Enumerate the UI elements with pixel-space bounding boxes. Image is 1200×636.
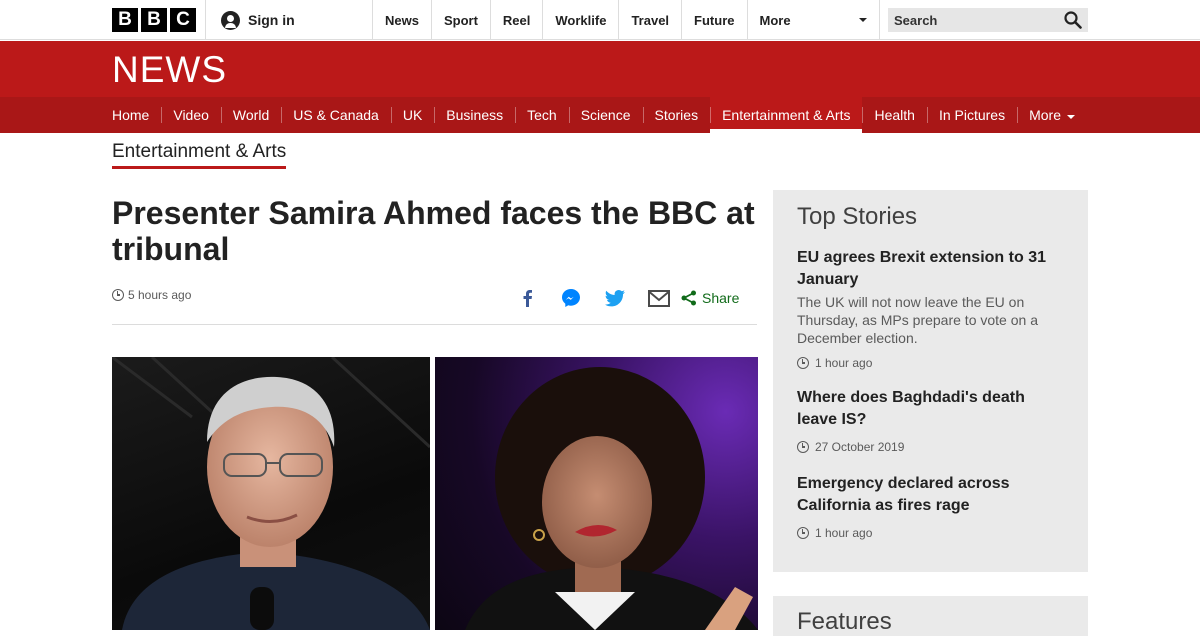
top-story-timestamp: 1 hour ago <box>797 356 1069 370</box>
top-story-summary: The UK will not now leave the EU on Thur… <box>797 294 1038 346</box>
nav-item-uk[interactable]: UK <box>390 97 434 133</box>
global-nav-travel[interactable]: Travel <box>618 0 681 40</box>
nav-item-science[interactable]: Science <box>568 97 643 133</box>
article-headline: Presenter Samira Ahmed faces the BBC at … <box>112 195 755 267</box>
sign-in-button[interactable]: Sign in <box>205 0 372 40</box>
timestamp-text: 5 hours ago <box>128 288 192 302</box>
top-story-link[interactable]: EU agrees Brexit extension to 31 January <box>797 247 1069 291</box>
share-messenger-button[interactable] <box>549 286 593 310</box>
global-nav: News Sport Reel Worklife Travel Future M… <box>372 0 880 40</box>
nav-item-video[interactable]: Video <box>161 97 221 133</box>
logo-letter: C <box>170 8 196 32</box>
nav-item-in-pictures[interactable]: In Pictures <box>926 97 1017 133</box>
news-logo[interactable]: NEWS <box>112 50 227 90</box>
share-facebook-button[interactable] <box>505 286 549 310</box>
features-title: Features <box>797 608 892 635</box>
nav-item-tech[interactable]: Tech <box>515 97 569 133</box>
sign-in-label: Sign in <box>248 12 295 28</box>
global-nav-more-label: More <box>759 12 791 28</box>
nav-item-health[interactable]: Health <box>862 97 926 133</box>
facebook-icon <box>523 290 532 307</box>
article-image <box>112 357 758 630</box>
clock-icon <box>797 357 809 369</box>
news-banner: NEWS <box>0 41 1200 97</box>
search-input[interactable]: Search <box>888 8 1088 32</box>
top-story-timestamp: 1 hour ago <box>797 526 1069 540</box>
global-nav-more[interactable]: More <box>746 0 880 40</box>
features-panel: Features <box>773 596 1088 636</box>
twitter-icon <box>605 289 625 306</box>
top-story-link[interactable]: Emergency declared across California as … <box>797 473 1069 517</box>
top-story-time: 1 hour ago <box>815 526 873 540</box>
global-nav-reel[interactable]: Reel <box>489 0 542 40</box>
clock-icon <box>112 289 124 301</box>
top-story-link[interactable]: Where does Baghdadi's death leave IS? <box>797 387 1069 431</box>
share-label: Share <box>702 290 740 306</box>
top-stories-title: Top Stories <box>797 203 918 230</box>
global-nav-worklife[interactable]: Worklife <box>542 0 618 40</box>
bbc-logo[interactable]: B B C <box>112 8 196 32</box>
nav-item-business[interactable]: Business <box>434 97 515 133</box>
nav-item-us-canada[interactable]: US & Canada <box>281 97 391 133</box>
top-story-time: 27 October 2019 <box>815 440 905 454</box>
top-story-item[interactable]: Emergency declared across California as … <box>797 473 1069 540</box>
portrait-man-illustration <box>112 357 432 630</box>
clock-icon <box>797 441 809 453</box>
user-icon <box>221 10 240 30</box>
top-story-timestamp: 27 October 2019 <box>797 440 1069 454</box>
divider <box>112 324 757 325</box>
nav-item-entertainment-arts[interactable]: Entertainment & Arts <box>710 97 863 133</box>
photo-left-panel <box>112 357 432 630</box>
share-icon <box>681 290 696 306</box>
nav-item-stories[interactable]: Stories <box>642 97 711 133</box>
nav-item-world[interactable]: World <box>220 97 281 133</box>
chevron-down-icon <box>1067 114 1075 119</box>
search-icon[interactable] <box>1064 11 1082 29</box>
clock-icon <box>797 527 809 539</box>
share-twitter-button[interactable] <box>593 286 637 310</box>
logo-letter: B <box>112 8 138 32</box>
global-nav-news[interactable]: News <box>372 0 431 40</box>
share-tools: Share <box>505 286 739 310</box>
global-nav-sport[interactable]: Sport <box>430 0 490 40</box>
top-story-time: 1 hour ago <box>815 356 873 370</box>
chevron-down-icon <box>858 18 867 22</box>
top-stories-panel: Top Stories EU agrees Brexit extension t… <box>773 190 1088 572</box>
section-link[interactable]: Entertainment & Arts <box>112 141 287 169</box>
nav-more-label: More <box>1029 107 1061 123</box>
share-button[interactable]: Share <box>681 290 739 306</box>
nav-item-home[interactable]: Home <box>112 97 161 133</box>
search-placeholder: Search <box>894 12 938 28</box>
article-timestamp: 5 hours ago <box>112 288 191 302</box>
global-header: B B C Sign in News Sport Reel Worklife T… <box>0 0 1200 40</box>
nav-item-more[interactable]: More <box>1017 97 1087 133</box>
news-section-nav: Home Video World US & Canada UK Business… <box>0 97 1200 133</box>
photo-right-panel <box>435 357 758 630</box>
global-nav-future[interactable]: Future <box>681 0 746 40</box>
top-story-item[interactable]: EU agrees Brexit extension to 31 January… <box>797 247 1069 370</box>
portrait-woman-illustration <box>465 367 758 630</box>
top-story-item[interactable]: Where does Baghdadi's death leave IS? 27… <box>797 387 1069 454</box>
messenger-icon <box>562 289 580 307</box>
logo-letter: B <box>141 8 167 32</box>
share-email-button[interactable] <box>637 286 681 310</box>
email-icon <box>648 289 670 307</box>
